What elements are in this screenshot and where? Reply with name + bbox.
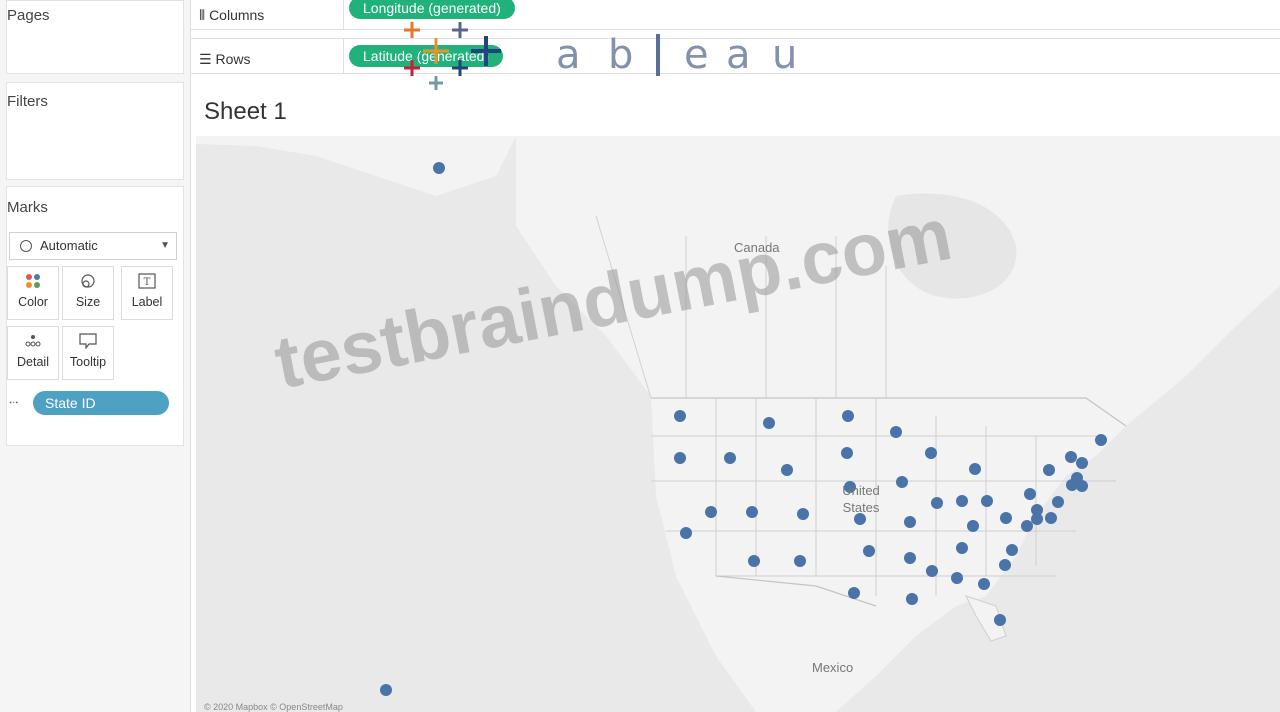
map-copyright: © 2020 Mapbox © OpenStreetMap bbox=[204, 702, 343, 712]
svg-text:e: e bbox=[684, 32, 709, 78]
label-button[interactable]: T Label bbox=[121, 266, 173, 320]
pages-card: Pages bbox=[6, 0, 184, 74]
detail-icon bbox=[8, 333, 58, 355]
svg-text:b: b bbox=[608, 32, 633, 78]
circle-mark-icon bbox=[20, 240, 32, 252]
detail-pill-icon: ꞏ‧ꞏ bbox=[9, 398, 19, 409]
tableau-logo: a b e a u bbox=[398, 18, 828, 92]
state-point[interactable] bbox=[794, 555, 806, 567]
state-point[interactable] bbox=[674, 410, 686, 422]
tooltip-label: Tooltip bbox=[69, 355, 107, 369]
label-label: Label bbox=[131, 295, 163, 309]
size-button[interactable]: Size bbox=[62, 266, 114, 320]
state-point[interactable] bbox=[1000, 512, 1012, 524]
state-point[interactable] bbox=[1024, 488, 1036, 500]
state-point[interactable] bbox=[748, 555, 760, 567]
state-point[interactable] bbox=[967, 520, 979, 532]
state-point[interactable] bbox=[863, 545, 875, 557]
filters-card[interactable]: Filters bbox=[6, 82, 184, 180]
state-point[interactable] bbox=[1065, 451, 1077, 463]
state-point[interactable] bbox=[956, 542, 968, 554]
state-point[interactable] bbox=[1006, 544, 1018, 556]
marks-card: Marks Automatic ▼ Color Size T Label Det… bbox=[6, 186, 184, 446]
size-label: Size bbox=[75, 295, 101, 309]
us-label: United States bbox=[842, 483, 880, 515]
state-point[interactable] bbox=[674, 452, 686, 464]
state-point[interactable] bbox=[781, 464, 793, 476]
state-point[interactable] bbox=[904, 516, 916, 528]
state-point[interactable] bbox=[433, 162, 445, 174]
rows-label: ☰ Rows bbox=[199, 51, 251, 67]
detail-button[interactable]: Detail bbox=[7, 326, 59, 380]
state-point[interactable] bbox=[904, 552, 916, 564]
state-point[interactable] bbox=[1045, 512, 1057, 524]
state-point[interactable] bbox=[926, 565, 938, 577]
columns-label: ⦀ Columns bbox=[199, 7, 265, 23]
state-point[interactable] bbox=[680, 527, 692, 539]
state-point[interactable] bbox=[994, 614, 1006, 626]
state-point[interactable] bbox=[1076, 457, 1088, 469]
state-point[interactable] bbox=[890, 426, 902, 438]
tooltip-button[interactable]: Tooltip bbox=[62, 326, 114, 380]
filters-title: Filters bbox=[7, 93, 48, 110]
svg-text:T: T bbox=[144, 277, 151, 288]
state-point[interactable] bbox=[1095, 434, 1107, 446]
longitude-pill[interactable]: Longitude (generated) bbox=[349, 0, 515, 19]
svg-text:a: a bbox=[556, 32, 581, 78]
state-point[interactable] bbox=[999, 559, 1011, 571]
label-icon: T bbox=[122, 273, 172, 295]
detail-label: Detail bbox=[17, 355, 49, 369]
state-point[interactable] bbox=[956, 495, 968, 507]
chevron-down-icon: ▼ bbox=[160, 240, 170, 251]
state-point[interactable] bbox=[1021, 520, 1033, 532]
state-point[interactable] bbox=[724, 452, 736, 464]
state-point[interactable] bbox=[842, 410, 854, 422]
size-icon bbox=[63, 273, 113, 295]
shelf-divider bbox=[343, 0, 344, 29]
state-point[interactable] bbox=[1031, 513, 1043, 525]
state-point[interactable] bbox=[797, 508, 809, 520]
rows-icon: ☰ bbox=[199, 51, 216, 67]
left-pane: Pages Filters Marks Automatic ▼ Color Si… bbox=[0, 0, 191, 712]
state-point[interactable] bbox=[1076, 480, 1088, 492]
color-icon bbox=[8, 273, 58, 295]
state-point[interactable] bbox=[1043, 464, 1055, 476]
state-point[interactable] bbox=[763, 417, 775, 429]
marks-title: Marks bbox=[7, 199, 48, 216]
color-label: Color bbox=[18, 295, 48, 309]
state-point[interactable] bbox=[705, 506, 717, 518]
state-point[interactable] bbox=[841, 447, 853, 459]
pages-title: Pages bbox=[7, 7, 50, 24]
map-view[interactable]: Canada United States Mexico bbox=[196, 136, 1280, 712]
state-point[interactable] bbox=[969, 463, 981, 475]
state-point[interactable] bbox=[931, 497, 943, 509]
state-point[interactable] bbox=[380, 684, 392, 696]
mark-type-label: Automatic bbox=[40, 238, 98, 253]
mark-type-select[interactable]: Automatic ▼ bbox=[9, 232, 177, 260]
tooltip-icon bbox=[63, 333, 113, 355]
state-point[interactable] bbox=[848, 587, 860, 599]
columns-icon: ⦀ bbox=[199, 7, 210, 23]
state-point[interactable] bbox=[951, 572, 963, 584]
state-point[interactable] bbox=[981, 495, 993, 507]
mexico-label: Mexico bbox=[812, 660, 854, 675]
state-point[interactable] bbox=[746, 506, 758, 518]
sheet-title: Sheet 1 bbox=[204, 98, 287, 125]
state-point[interactable] bbox=[978, 578, 990, 590]
state-point[interactable] bbox=[1052, 496, 1064, 508]
state-point[interactable] bbox=[896, 476, 908, 488]
map-svg bbox=[196, 136, 1280, 712]
svg-text:a: a bbox=[726, 32, 751, 78]
state-id-pill[interactable]: State ID bbox=[33, 391, 169, 415]
state-point[interactable] bbox=[906, 593, 918, 605]
svg-text:u: u bbox=[772, 32, 797, 78]
shelf-divider bbox=[343, 39, 344, 73]
color-button[interactable]: Color bbox=[7, 266, 59, 320]
state-point[interactable] bbox=[925, 447, 937, 459]
